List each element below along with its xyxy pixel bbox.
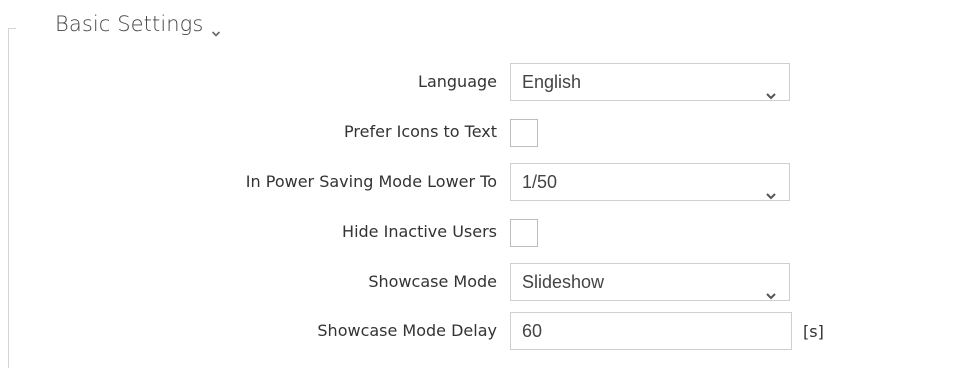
row-language: Language English [0, 62, 971, 102]
power-saving-label: In Power Saving Mode Lower To [245, 172, 497, 191]
row-power-saving: In Power Saving Mode Lower To 1/50 [0, 162, 971, 202]
section-border-corner [8, 28, 16, 29]
showcase-delay-unit: [s] [803, 322, 824, 341]
language-label: Language [418, 72, 497, 91]
showcase-mode-label: Showcase Mode [368, 272, 497, 291]
settings-panel: Basic Settings Language English Prefer I… [0, 0, 971, 371]
prefer-icons-checkbox[interactable] [510, 119, 538, 147]
language-select-value: English [522, 72, 582, 92]
power-saving-select[interactable]: 1/50 [510, 163, 790, 201]
showcase-delay-label: Showcase Mode Delay [317, 321, 497, 340]
showcase-mode-select[interactable]: Slideshow [510, 263, 790, 301]
row-prefer-icons: Prefer Icons to Text [0, 112, 971, 152]
hide-inactive-checkbox[interactable] [510, 219, 538, 247]
section-title: Basic Settings [55, 12, 204, 36]
chevron-down-icon [765, 277, 777, 300]
prefer-icons-label: Prefer Icons to Text [344, 122, 497, 141]
row-showcase-mode: Showcase Mode Slideshow [0, 262, 971, 302]
power-saving-select-value: 1/50 [522, 172, 558, 192]
showcase-delay-input[interactable] [510, 312, 792, 350]
row-showcase-delay: Showcase Mode Delay [s] [0, 311, 971, 351]
showcase-mode-select-value: Slideshow [522, 272, 605, 292]
row-hide-inactive: Hide Inactive Users [0, 212, 971, 252]
chevron-down-icon [765, 177, 777, 200]
chevron-down-icon [211, 20, 221, 37]
hide-inactive-label: Hide Inactive Users [342, 222, 497, 241]
language-select[interactable]: English [510, 63, 790, 101]
chevron-down-icon [765, 77, 777, 100]
section-header-basic-settings[interactable]: Basic Settings [55, 12, 221, 37]
